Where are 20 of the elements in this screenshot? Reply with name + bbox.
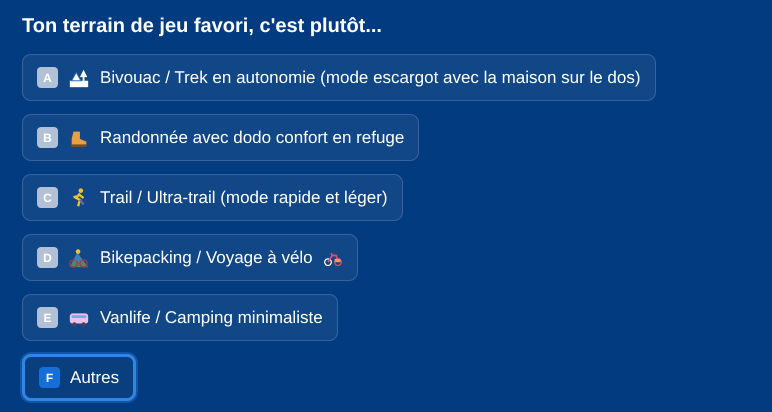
letter-key: F	[39, 367, 60, 388]
option-label: Trail / Ultra-trail (mode rapide et léger)	[100, 188, 388, 208]
letter-key: B	[37, 127, 58, 148]
answer-option[interactable]: C Trail / Ultra-trail (mode rapide et léger)	[22, 174, 403, 221]
option-label: Vanlife / Camping minimaliste	[100, 308, 323, 328]
option-label: Bikepacking / Voyage à vélo	[100, 248, 313, 268]
question-title: Ton terrain de jeu favori, c'est plutôt...	[22, 14, 383, 39]
cyclist-icon	[68, 246, 90, 268]
answer-option[interactable]: A Bivouac / Trek en autonomie (mode escargot avec la maison sur le dos)	[22, 54, 656, 101]
answer-option[interactable]: D Bikepacking / Voyage à vélo	[22, 234, 358, 281]
letter-key: A	[37, 67, 58, 88]
option-label: Bivouac / Trek en autonomie (mode escargot avec la maison sur le dos)	[100, 68, 640, 88]
option-label: Autres	[70, 368, 120, 388]
letter-key: D	[37, 247, 58, 268]
answer-option[interactable]: E Vanlife / Camping minimaliste	[22, 294, 338, 341]
letter-key: C	[37, 187, 58, 208]
option-label: Randonnée avec dodo confort en refuge	[100, 128, 404, 148]
answer-option[interactable]: F Autres	[22, 354, 136, 401]
answer-option[interactable]: B Randonnée avec dodo confort en refuge	[22, 114, 420, 161]
letter-key: E	[37, 307, 58, 328]
